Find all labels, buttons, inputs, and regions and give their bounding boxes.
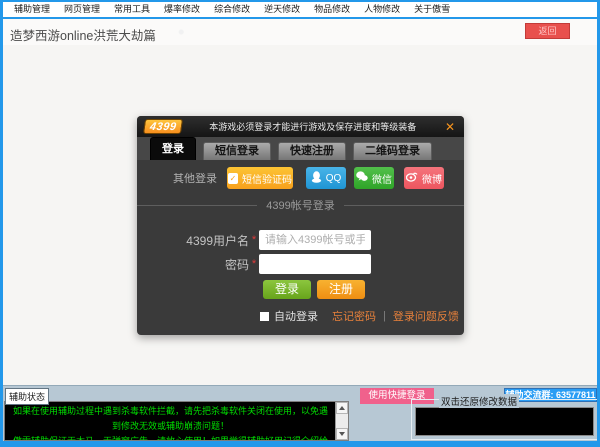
qq-icon bbox=[311, 171, 322, 186]
password-label: 密码 bbox=[137, 256, 249, 273]
menu-item-assist-manage[interactable]: 辅助管理 bbox=[7, 2, 57, 17]
username-row: 4399用户名 * bbox=[137, 230, 464, 250]
close-icon[interactable]: ✕ bbox=[443, 121, 457, 133]
app-window: 辅助管理 网页管理 常用工具 爆率修改 综合修改 逆天修改 物品修改 人物修改 … bbox=[0, 0, 600, 447]
other-login-row: 其他登录 ✓ 短信验证码 QQ bbox=[137, 167, 464, 189]
status-scrollbar[interactable] bbox=[335, 402, 348, 440]
scroll-up-icon bbox=[339, 406, 345, 410]
scroll-up-button[interactable] bbox=[336, 402, 348, 414]
menu-item-droprate-modify[interactable]: 爆率修改 bbox=[157, 2, 207, 17]
tab-login[interactable]: 登录 bbox=[150, 137, 196, 160]
status-log-box: 如果在使用辅助过程中遇到杀毒软件拦截，请先把杀毒软件关闭在使用，以免遇到修改无效… bbox=[4, 401, 349, 441]
tab-qrcode-login[interactable]: 二维码登录 bbox=[353, 142, 432, 160]
login-dialog: 4399 本游戏必须登录才能进行游戏及保存进度和等级装备 ✕ 登录 短信登录 快… bbox=[137, 116, 464, 335]
tab-quick-register[interactable]: 快速注册 bbox=[278, 142, 346, 160]
forgot-password-link[interactable]: 忘记密码 bbox=[332, 308, 376, 324]
menu-item-character-modify[interactable]: 人物修改 bbox=[357, 2, 407, 17]
login-form: 4399用户名 * 密码 * 登录 注册 自动 bbox=[137, 230, 464, 324]
auto-login-label: 自动登录 bbox=[274, 308, 318, 324]
back-button[interactable]: 返回 bbox=[525, 23, 570, 39]
page-title: 造梦西游online洪荒大劫篇 bbox=[10, 25, 156, 44]
login-feedback-link[interactable]: 登录问题反馈 bbox=[393, 308, 459, 324]
weibo-icon bbox=[406, 171, 418, 185]
menu-item-about[interactable]: 关于傲雪 bbox=[407, 2, 457, 17]
wechat-login-button[interactable]: 微信 bbox=[354, 167, 394, 189]
sms-icon: ✓ bbox=[228, 173, 238, 184]
menu-item-web-manage[interactable]: 网页管理 bbox=[57, 2, 107, 17]
status-message-line2: 傲雪辅助保证无木马，无弹窗广告，请放心使用！如果觉得辅助好用记得介绍给其他人哦！ bbox=[9, 434, 332, 441]
options-row: 自动登录 忘记密码 | 登录问题反馈 bbox=[260, 308, 464, 324]
window-inner: 辅助管理 网页管理 常用工具 爆率修改 综合修改 逆天修改 物品修改 人物修改 … bbox=[3, 2, 597, 441]
other-login-label: 其他登录 bbox=[173, 170, 217, 186]
account-login-divider: 4399帐号登录 bbox=[137, 197, 464, 213]
status-tab-label: 辅助状态 bbox=[5, 388, 49, 405]
scroll-down-icon bbox=[339, 432, 345, 436]
action-buttons-row: 登录 注册 bbox=[263, 280, 464, 299]
link-separator: | bbox=[383, 310, 386, 322]
wechat-button-label: 微信 bbox=[372, 171, 392, 186]
account-login-divider-text: 4399帐号登录 bbox=[266, 197, 334, 213]
tab-sms-login[interactable]: 短信登录 bbox=[203, 142, 271, 160]
status-message-area: 如果在使用辅助过程中遇到杀毒软件拦截，请先把杀毒软件关闭在使用，以免遇到修改无效… bbox=[5, 402, 348, 441]
username-required-mark: * bbox=[249, 234, 259, 246]
wechat-icon bbox=[356, 171, 368, 185]
menu-item-common-tools[interactable]: 常用工具 bbox=[107, 2, 157, 17]
login-tab-bar: 登录 短信登录 快速注册 二维码登录 bbox=[137, 137, 464, 160]
menu-item-godlike-modify[interactable]: 逆天修改 bbox=[257, 2, 307, 17]
status-message-line1: 如果在使用辅助过程中遇到杀毒软件拦截，请先把杀毒软件关闭在使用，以免遇到修改无效… bbox=[9, 404, 332, 434]
sms-code-login-button[interactable]: ✓ 短信验证码 bbox=[227, 167, 293, 189]
dialog-header: 4399 本游戏必须登录才能进行游戏及保存进度和等级装备 ✕ bbox=[137, 116, 464, 137]
dialog-header-message: 本游戏必须登录才能进行游戏及保存进度和等级装备 bbox=[182, 120, 442, 133]
qq-button-label: QQ bbox=[326, 173, 342, 184]
sms-button-label: 短信验证码 bbox=[242, 171, 292, 186]
divider-line-right bbox=[344, 205, 464, 206]
status-panel: 辅助状态 如果在使用辅助过程中遇到杀毒软件拦截，请先把杀毒软件关闭在使用，以免遇… bbox=[3, 385, 597, 441]
username-input[interactable] bbox=[259, 230, 371, 250]
weibo-login-button[interactable]: 微博 bbox=[404, 167, 444, 189]
restore-data-group: 双击还原修改数据 bbox=[411, 394, 597, 440]
password-required-mark: * bbox=[249, 258, 259, 270]
divider-line-left bbox=[137, 205, 257, 206]
password-input[interactable] bbox=[259, 254, 371, 274]
username-label: 4399用户名 bbox=[137, 232, 249, 249]
register-button[interactable]: 注册 bbox=[317, 280, 365, 299]
4399-logo: 4399 bbox=[143, 119, 184, 134]
qq-login-button[interactable]: QQ bbox=[306, 167, 346, 189]
main-content: 4399 本游戏必须登录才能进行游戏及保存进度和等级装备 ✕ 登录 短信登录 快… bbox=[3, 45, 597, 385]
password-row: 密码 * bbox=[137, 254, 464, 274]
menu-item-general-modify[interactable]: 综合修改 bbox=[207, 2, 257, 17]
menu-bar: 辅助管理 网页管理 常用工具 爆率修改 综合修改 逆天修改 物品修改 人物修改 … bbox=[3, 2, 597, 17]
restore-data-box[interactable] bbox=[415, 407, 594, 436]
login-button[interactable]: 登录 bbox=[263, 280, 311, 299]
auto-login-checkbox[interactable] bbox=[260, 312, 269, 321]
menu-item-item-modify[interactable]: 物品修改 bbox=[307, 2, 357, 17]
scroll-down-button[interactable] bbox=[336, 428, 348, 440]
restore-group-label: 双击还原修改数据 bbox=[439, 394, 519, 408]
title-bar: 造梦西游online洪荒大劫篇 返回 bbox=[3, 19, 597, 45]
weibo-button-label: 微博 bbox=[422, 171, 442, 186]
